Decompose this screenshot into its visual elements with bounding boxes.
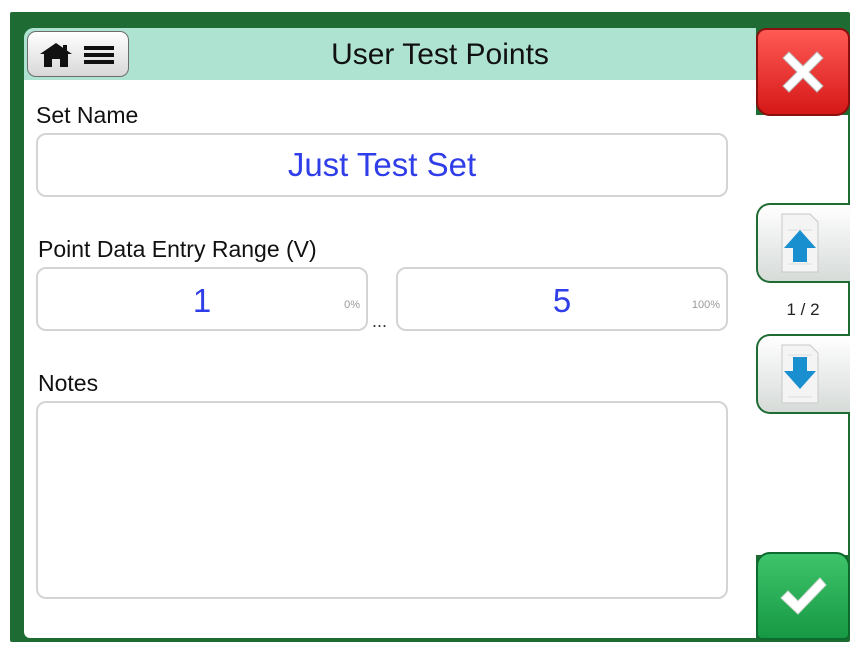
page-indicator: 1 / 2 (786, 300, 820, 319)
set-name-label: Set Name (36, 102, 139, 128)
page-title: User Test Points (331, 38, 549, 71)
page-up-button[interactable] (756, 203, 850, 283)
range-high-field[interactable]: 100% 5 (396, 267, 728, 331)
accept-button[interactable] (756, 552, 850, 640)
page-up-icon (781, 213, 819, 273)
set-name-value: Just Test Set (287, 146, 477, 183)
notes-field[interactable] (36, 401, 728, 599)
range-separator: ... (372, 311, 388, 331)
range-high-pct: 100% (691, 299, 720, 311)
range-high-value: 5 (552, 282, 572, 319)
set-name-field[interactable]: Just Test Set (36, 133, 728, 197)
range-low-pct: 0% (344, 299, 360, 311)
checkmark-icon (780, 577, 827, 615)
close-x-icon (782, 51, 824, 93)
range-low-field[interactable]: 0% 1 (36, 267, 368, 331)
page-down-button[interactable] (756, 334, 850, 414)
close-button[interactable] (756, 28, 850, 116)
home-menu-icon (40, 43, 114, 67)
page-down-icon (781, 344, 819, 404)
notes-label: Notes (38, 370, 99, 396)
home-menu-button[interactable] (27, 31, 129, 77)
range-label: Point Data Entry Range (V) (38, 236, 317, 262)
range-low-value: 1 (192, 282, 212, 319)
